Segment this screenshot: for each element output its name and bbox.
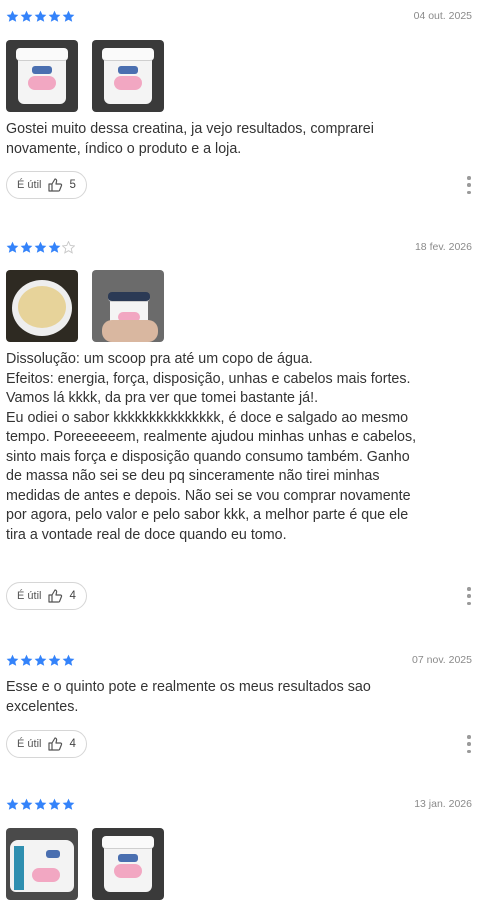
review-date: 13 jan. 2026 [414, 798, 472, 810]
review-photo[interactable] [6, 270, 78, 342]
star-filled-icon [34, 10, 47, 22]
star-filled-icon [48, 798, 61, 810]
star-filled-icon [48, 241, 61, 253]
star-filled-icon [20, 10, 33, 22]
useful-button[interactable]: É útil 4 [6, 730, 87, 758]
star-filled-icon [62, 654, 75, 666]
star-filled-icon [48, 10, 61, 22]
review-photo[interactable] [92, 40, 164, 112]
thumbs-up-icon [48, 737, 63, 751]
star-filled-icon [6, 654, 19, 666]
review-date: 18 fev. 2026 [414, 241, 472, 253]
star-filled-icon [6, 10, 19, 22]
review-photo[interactable] [6, 40, 78, 112]
thumbs-up-icon [48, 178, 63, 192]
star-filled-icon [6, 241, 19, 253]
star-filled-icon [62, 798, 75, 810]
rating-stars [6, 10, 75, 23]
rating-stars [6, 654, 75, 667]
useful-label: É útil [17, 738, 42, 750]
review-text: Esse e o quinto pote e realmente os meus… [6, 679, 371, 715]
star-filled-icon [62, 10, 75, 22]
star-filled-icon [6, 798, 19, 810]
useful-count: 4 [69, 738, 76, 750]
review: 13 jan. 2026 [0, 793, 486, 900]
star-filled-icon [48, 654, 61, 666]
star-filled-icon [20, 798, 33, 810]
review-date: 04 out. 2025 [413, 10, 472, 22]
review-date: 07 nov. 2025 [412, 654, 472, 666]
star-filled-icon [34, 798, 47, 810]
more-options-icon[interactable] [466, 735, 472, 753]
rating-stars [6, 240, 75, 254]
review: 04 out. 2025 Gostei muito dessa creatina… [0, 5, 486, 199]
review-photo[interactable] [6, 828, 78, 900]
star-empty-icon [62, 240, 75, 254]
thumbs-up-icon [48, 589, 63, 603]
useful-label: É útil [17, 590, 42, 602]
review-text: Gostei muito dessa creatina, ja vejo res… [6, 121, 374, 157]
useful-count: 4 [69, 590, 76, 602]
review-photo[interactable] [92, 828, 164, 900]
star-filled-icon [34, 241, 47, 253]
useful-button[interactable]: É útil 4 [6, 582, 87, 610]
useful-count: 5 [69, 179, 76, 191]
more-options-icon[interactable] [466, 176, 472, 194]
star-filled-icon [20, 654, 33, 666]
star-filled-icon [20, 241, 33, 253]
useful-label: É útil [17, 179, 42, 191]
rating-stars [6, 798, 75, 811]
star-filled-icon [34, 654, 47, 666]
review: 07 nov. 2025 Esse e o quinto pote e real… [0, 649, 486, 758]
more-options-icon[interactable] [466, 587, 472, 605]
review-text: Dissolução: um scoop pra até um copo de … [6, 351, 417, 543]
useful-button[interactable]: É útil 5 [6, 171, 87, 199]
review-photo[interactable] [92, 270, 164, 342]
review: 18 fev. 2026 Dissolução: um scoop pra at… [0, 236, 486, 610]
